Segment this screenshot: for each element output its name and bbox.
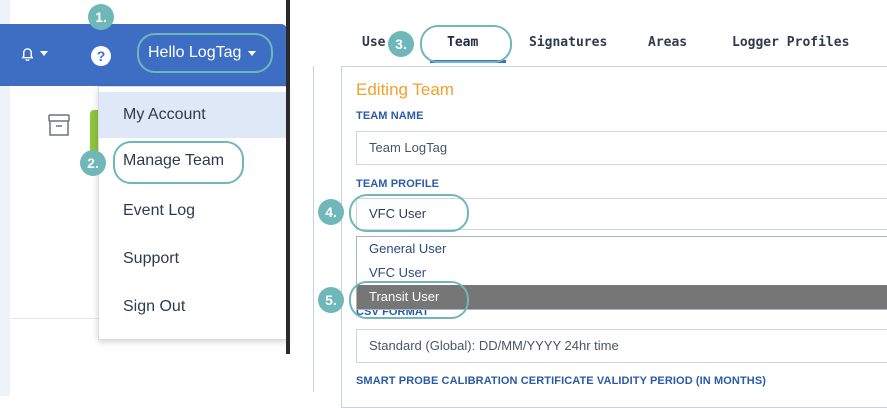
archive-icon[interactable]	[47, 112, 71, 138]
tab-logger-profiles[interactable]: Logger Profiles	[732, 35, 849, 50]
tab-users[interactable]: Use	[362, 35, 385, 50]
form-title: Editing Team	[356, 80, 454, 99]
callout-ring-user-menu	[137, 33, 273, 73]
callout-ring-team-profile	[349, 194, 469, 232]
callout-badge-4: 4.	[318, 199, 344, 225]
callout-badge-1: 1.	[88, 4, 114, 30]
panel-separator	[286, 0, 290, 354]
chevron-down-icon	[40, 51, 48, 56]
callout-ring-manage-team	[113, 141, 244, 184]
menu-item-support[interactable]: Support	[99, 236, 286, 282]
csv-format-select[interactable]: Standard (Global): DD/MM/YYYY 24hr time	[356, 329, 887, 363]
callout-ring-transit-user	[349, 281, 469, 319]
team-profile-label: TEAM PROFILE	[356, 178, 440, 190]
calibration-period-label: SMART PROBE CALIBRATION CERTIFICATE VALI…	[356, 375, 767, 387]
option-general-user[interactable]: General User	[357, 237, 887, 261]
team-name-label: TEAM NAME	[356, 110, 424, 122]
team-name-input[interactable]: Team LogTag	[356, 131, 887, 165]
menu-item-sign-out[interactable]: Sign Out	[99, 284, 286, 330]
tab-areas[interactable]: Areas	[648, 35, 687, 50]
content-border	[313, 66, 314, 392]
callout-badge-2: 2.	[80, 150, 106, 176]
menu-item-event-log[interactable]: Event Log	[99, 188, 286, 234]
help-icon[interactable]: ?	[91, 46, 111, 66]
callout-ring-team-tab	[420, 25, 512, 63]
tab-signatures[interactable]: Signatures	[529, 35, 607, 50]
callout-badge-3: 3.	[388, 31, 414, 57]
account-dropdown-menu: My Account Manage Team Event Log Support…	[98, 86, 287, 340]
menu-item-my-account[interactable]: My Account	[99, 92, 286, 138]
bell-icon	[21, 48, 34, 61]
notifications-button[interactable]	[20, 46, 48, 61]
callout-badge-5: 5.	[318, 287, 344, 313]
